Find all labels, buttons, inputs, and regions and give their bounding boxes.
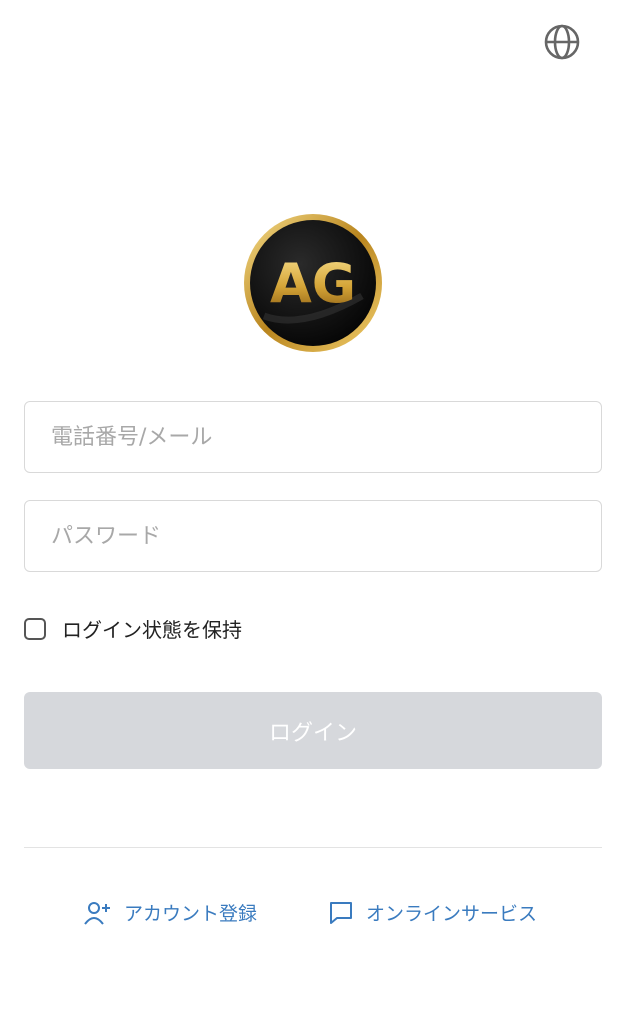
phone-email-field[interactable] bbox=[24, 401, 602, 473]
remember-checkbox[interactable] bbox=[24, 617, 46, 640]
globe-icon bbox=[544, 24, 580, 60]
divider bbox=[24, 847, 602, 848]
online-service-link[interactable]: オンラインサービス bbox=[328, 899, 537, 926]
phone-email-input[interactable] bbox=[25, 402, 601, 472]
language-button[interactable] bbox=[543, 23, 581, 61]
password-field[interactable] bbox=[24, 500, 602, 572]
remember-label: ログイン状態を保持 bbox=[62, 618, 242, 642]
login-button[interactable]: ログイン bbox=[24, 692, 602, 769]
remember-login-toggle[interactable]: ログイン状態を保持 bbox=[24, 614, 242, 643]
online-service-label: オンラインサービス bbox=[366, 903, 538, 925]
chat-bubble-icon bbox=[330, 901, 352, 924]
logo-text: AG bbox=[270, 252, 356, 315]
register-label: アカウント登録 bbox=[124, 903, 258, 925]
password-input[interactable] bbox=[25, 501, 601, 571]
app-logo: AG bbox=[242, 212, 384, 354]
register-link[interactable]: アカウント登録 bbox=[84, 899, 257, 926]
add-user-icon bbox=[84, 901, 110, 925]
